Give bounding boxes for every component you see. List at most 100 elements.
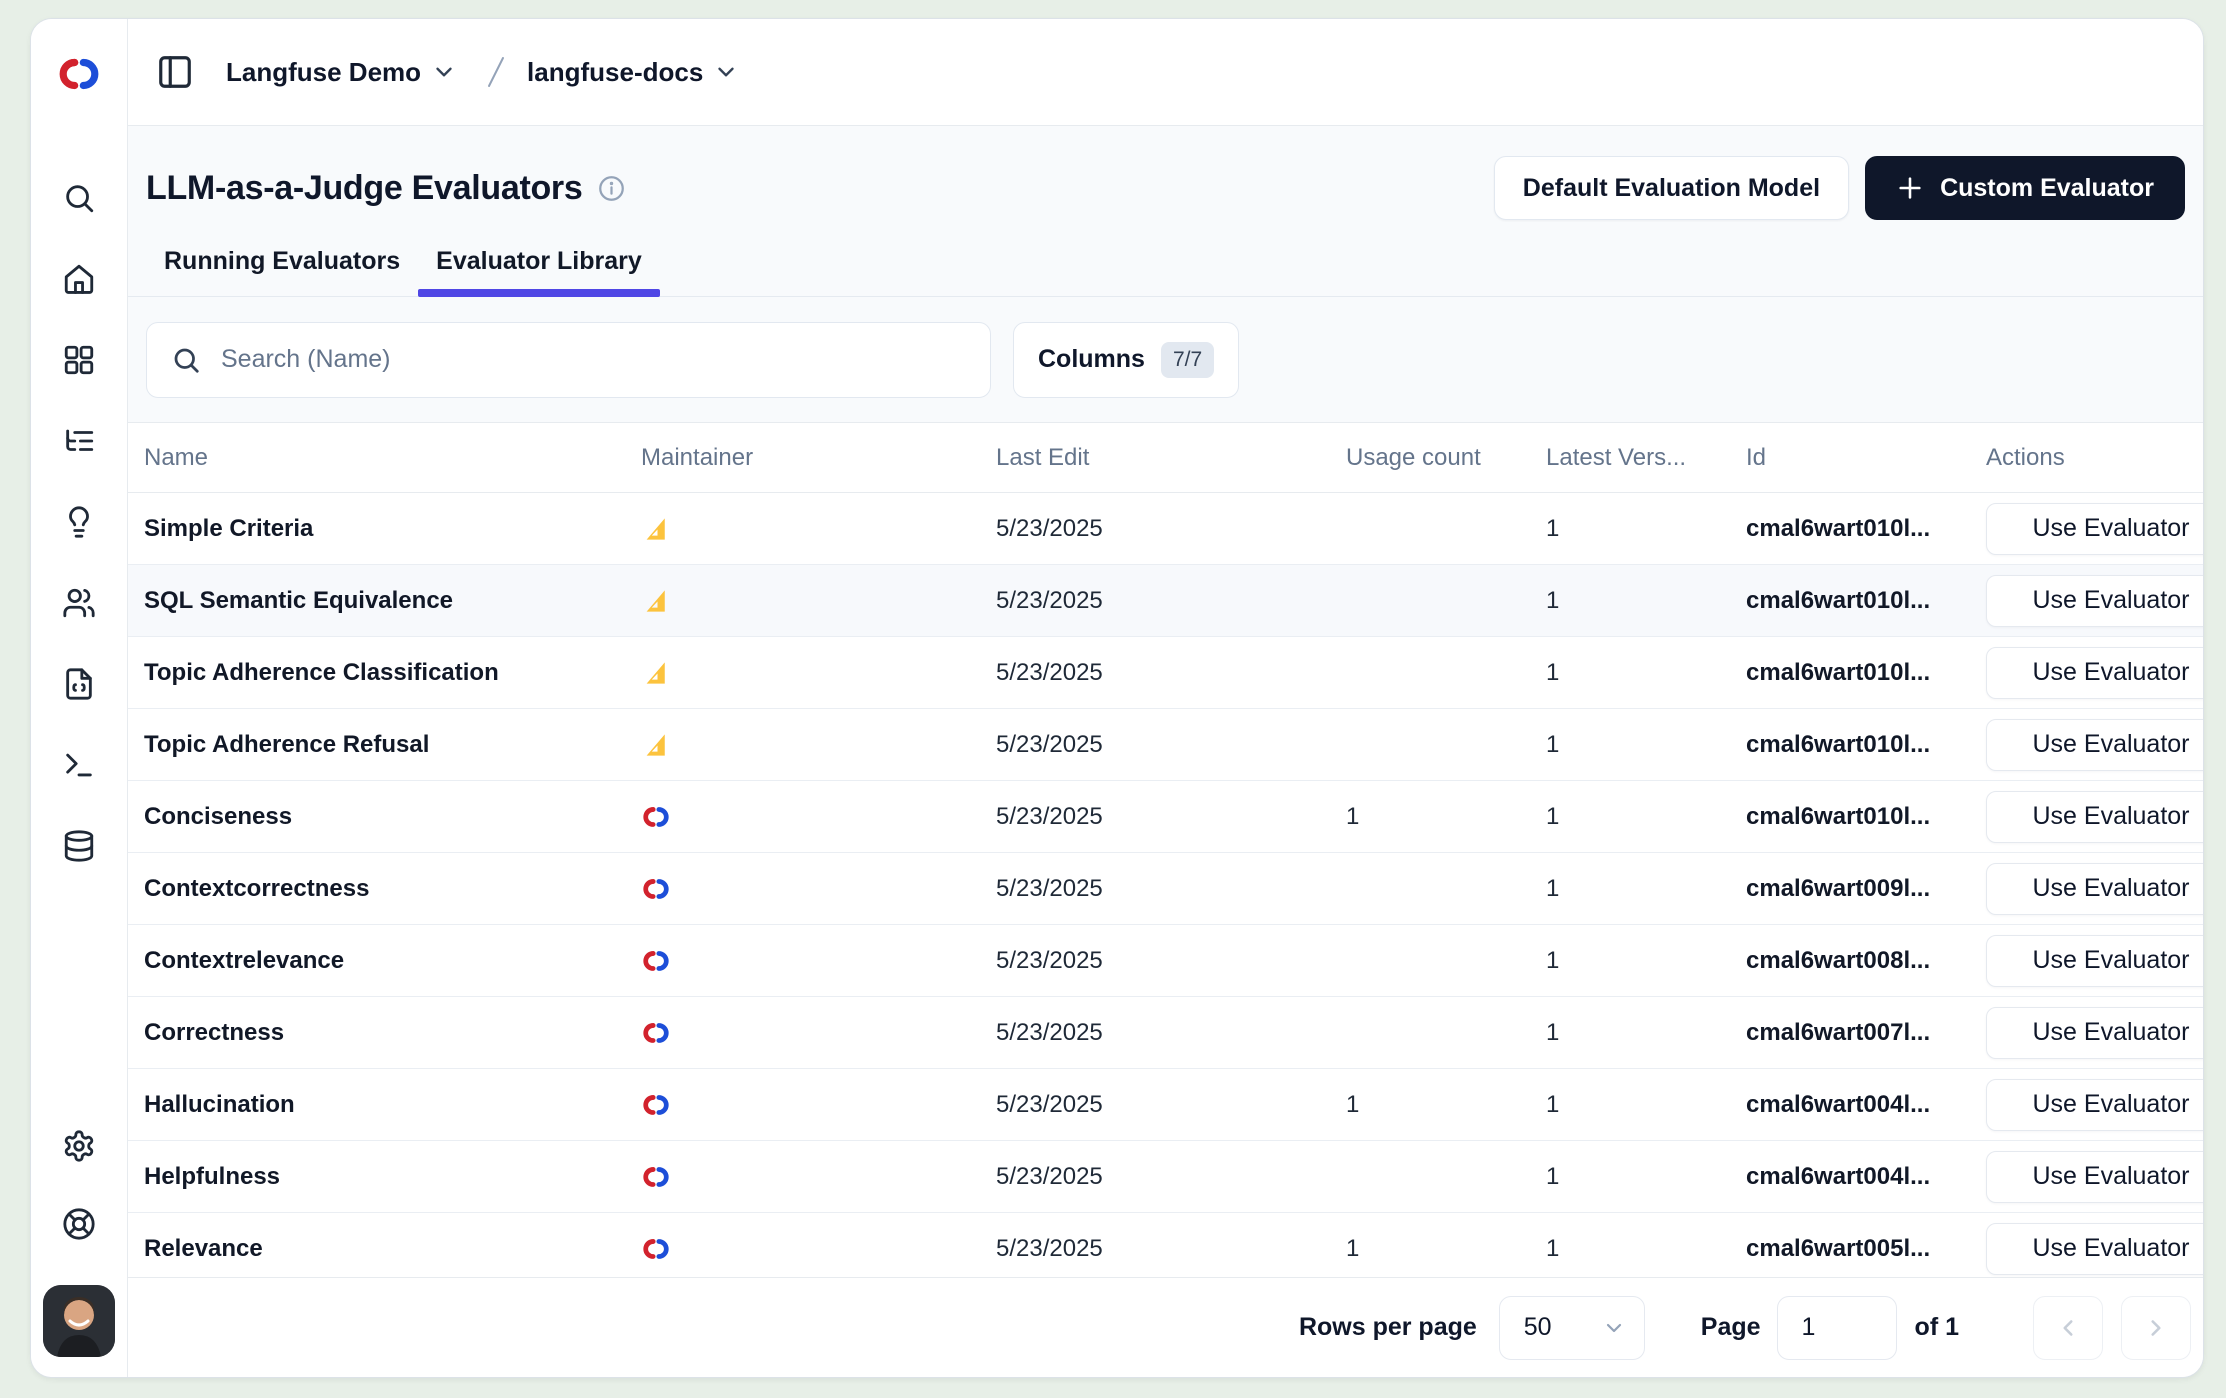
ragas-maintainer-icon xyxy=(641,658,671,688)
search-icon[interactable] xyxy=(62,181,96,215)
langfuse-maintainer-icon xyxy=(641,802,671,832)
datasets-database-icon[interactable] xyxy=(62,829,96,863)
table-row[interactable]: Simple Criteria 5/23/2025 1 cmal6wart010… xyxy=(128,493,2203,565)
columns-label: Columns xyxy=(1038,345,1145,374)
evaluator-name: SQL Semantic Equivalence xyxy=(144,587,641,615)
evaluator-id: cmal6wart004l... xyxy=(1746,1091,1986,1119)
column-header-latest-version[interactable]: Latest Vers... xyxy=(1546,444,1746,472)
table-row[interactable]: Hallucination 5/23/2025 1 1 cmal6wart004… xyxy=(128,1069,2203,1141)
column-header-maintainer[interactable]: Maintainer xyxy=(641,444,996,472)
sidebar xyxy=(31,19,128,1377)
latest-version-value: 1 xyxy=(1546,587,1746,615)
search-input[interactable] xyxy=(221,345,966,374)
use-evaluator-button[interactable]: Use Evaluator xyxy=(1986,503,2203,555)
use-evaluator-button[interactable]: Use Evaluator xyxy=(1986,791,2203,843)
sidebar-bottom xyxy=(43,1129,115,1357)
sidebar-nav xyxy=(62,181,96,863)
page-label: Page xyxy=(1701,1313,1761,1342)
use-evaluator-button[interactable]: Use Evaluator xyxy=(1986,575,2203,627)
table-row[interactable]: Helpfulness 5/23/2025 1 cmal6wart004l...… xyxy=(128,1141,2203,1213)
column-header-usage-count[interactable]: Usage count xyxy=(1346,444,1546,472)
column-header-id[interactable]: Id xyxy=(1746,444,1986,472)
evaluator-name: Relevance xyxy=(144,1235,641,1263)
tab-running-evaluators[interactable]: Running Evaluators xyxy=(146,244,418,296)
rows-per-page-select[interactable]: 50 xyxy=(1499,1296,1645,1360)
maintainer-cell xyxy=(641,514,996,544)
langfuse-logo[interactable] xyxy=(56,51,102,97)
evaluator-name: Correctness xyxy=(144,1019,641,1047)
ragas-maintainer-icon xyxy=(641,730,671,760)
settings-gear-icon[interactable] xyxy=(62,1129,96,1163)
table-row[interactable]: Topic Adherence Classification 5/23/2025… xyxy=(128,637,2203,709)
support-lifebuoy-icon[interactable] xyxy=(62,1207,96,1241)
info-icon[interactable] xyxy=(598,175,625,202)
main-area: Langfuse Demo langfuse-docs LLM-as-a-Jud… xyxy=(128,19,2203,1377)
chevron-down-icon[interactable] xyxy=(713,59,739,85)
ragas-maintainer-icon xyxy=(641,514,671,544)
sidebar-toggle-icon[interactable] xyxy=(156,53,194,91)
page-header: LLM-as-a-Judge Evaluators Default Evalua… xyxy=(128,126,2203,297)
table-toolbar: Columns 7/7 xyxy=(128,297,2203,422)
tracing-tree-icon[interactable] xyxy=(62,424,96,458)
columns-count-badge: 7/7 xyxy=(1161,342,1214,378)
use-evaluator-button[interactable]: Use Evaluator xyxy=(1986,1223,2203,1275)
previous-page-button[interactable] xyxy=(2033,1296,2103,1360)
use-evaluator-button[interactable]: Use Evaluator xyxy=(1986,935,2203,987)
evaluator-name: Contextcorrectness xyxy=(144,875,641,903)
terminal-icon[interactable] xyxy=(62,748,96,782)
evaluator-name: Topic Adherence Refusal xyxy=(144,731,641,759)
use-evaluator-button[interactable]: Use Evaluator xyxy=(1986,1079,2203,1131)
use-evaluator-button[interactable]: Use Evaluator xyxy=(1986,1151,2203,1203)
home-icon[interactable] xyxy=(62,262,96,296)
chevron-down-icon[interactable] xyxy=(431,59,457,85)
table-row[interactable]: Conciseness 5/23/2025 1 1 cmal6wart010l.… xyxy=(128,781,2203,853)
prompts-lightbulb-icon[interactable] xyxy=(62,505,96,539)
search-box[interactable] xyxy=(146,322,991,398)
langfuse-maintainer-icon xyxy=(641,874,671,904)
use-evaluator-button[interactable]: Use Evaluator xyxy=(1986,719,2203,771)
last-edit-date: 5/23/2025 xyxy=(996,1091,1346,1119)
next-page-button[interactable] xyxy=(2121,1296,2191,1360)
custom-evaluator-button[interactable]: Custom Evaluator xyxy=(1865,156,2185,220)
maintainer-cell xyxy=(641,1090,996,1120)
page-total-label: of 1 xyxy=(1915,1313,1959,1342)
table-row[interactable]: Correctness 5/23/2025 1 cmal6wart007l...… xyxy=(128,997,2203,1069)
page-content: LLM-as-a-Judge Evaluators Default Evalua… xyxy=(128,126,2203,1377)
column-header-last-edit[interactable]: Last Edit xyxy=(996,444,1346,472)
latest-version-value: 1 xyxy=(1546,659,1746,687)
table-row[interactable]: Topic Adherence Refusal 5/23/2025 1 cmal… xyxy=(128,709,2203,781)
langfuse-maintainer-icon xyxy=(641,1018,671,1048)
latest-version-value: 1 xyxy=(1546,875,1746,903)
rows-per-page-label: Rows per page xyxy=(1299,1313,1477,1342)
table-row[interactable]: Contextcorrectness 5/23/2025 1 cmal6wart… xyxy=(128,853,2203,925)
page-number-input[interactable] xyxy=(1777,1296,1897,1360)
use-evaluator-button[interactable]: Use Evaluator xyxy=(1986,647,2203,699)
default-evaluation-model-button[interactable]: Default Evaluation Model xyxy=(1494,156,1849,220)
user-avatar[interactable] xyxy=(43,1285,115,1357)
evaluator-id: cmal6wart004l... xyxy=(1746,1163,1986,1191)
dashboard-icon[interactable] xyxy=(62,343,96,377)
table-row[interactable]: Contextrelevance 5/23/2025 1 cmal6wart00… xyxy=(128,925,2203,997)
maintainer-cell xyxy=(641,874,996,904)
app-window: Langfuse Demo langfuse-docs LLM-as-a-Jud… xyxy=(30,18,2204,1378)
tab-evaluator-library[interactable]: Evaluator Library xyxy=(418,244,660,296)
rows-per-page-value: 50 xyxy=(1524,1313,1552,1342)
latest-version-value: 1 xyxy=(1546,515,1746,543)
latest-version-value: 1 xyxy=(1546,1019,1746,1047)
search-icon xyxy=(171,345,201,375)
use-evaluator-button[interactable]: Use Evaluator xyxy=(1986,1007,2203,1059)
column-header-name[interactable]: Name xyxy=(144,444,641,472)
columns-button[interactable]: Columns 7/7 xyxy=(1013,322,1239,398)
last-edit-date: 5/23/2025 xyxy=(996,947,1346,975)
table-row[interactable]: Relevance 5/23/2025 1 1 cmal6wart005l...… xyxy=(128,1213,2203,1277)
latest-version-value: 1 xyxy=(1546,947,1746,975)
maintainer-cell xyxy=(641,802,996,832)
evaluator-name: Conciseness xyxy=(144,803,641,831)
breadcrumb-organization[interactable]: Langfuse Demo xyxy=(226,57,421,88)
breadcrumb-project[interactable]: langfuse-docs xyxy=(527,57,703,88)
file-code-icon[interactable] xyxy=(62,667,96,701)
use-evaluator-button[interactable]: Use Evaluator xyxy=(1986,863,2203,915)
users-icon[interactable] xyxy=(62,586,96,620)
evaluators-table: Name Maintainer Last Edit Usage count La… xyxy=(128,422,2203,1277)
table-row[interactable]: SQL Semantic Equivalence 5/23/2025 1 cma… xyxy=(128,565,2203,637)
